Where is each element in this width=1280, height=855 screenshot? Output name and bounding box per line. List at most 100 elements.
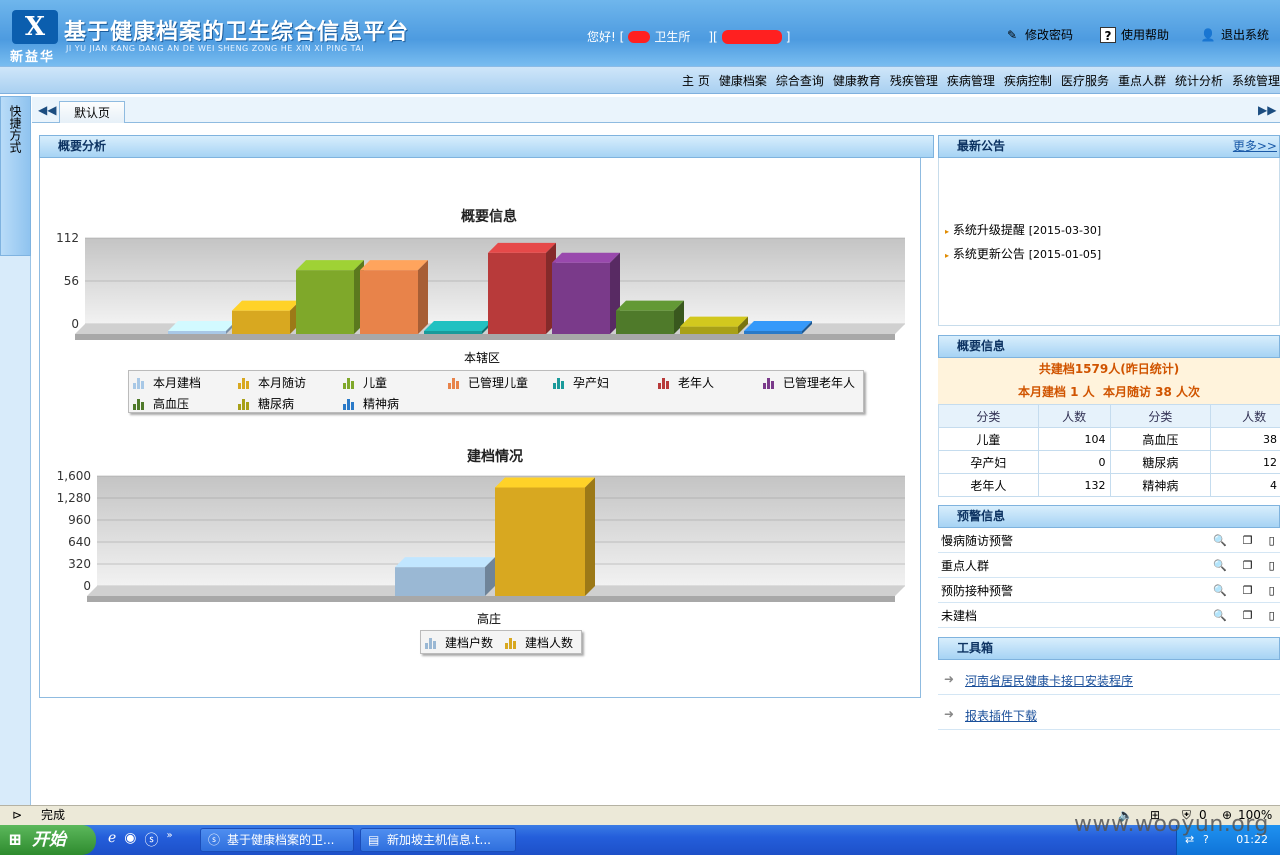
bar-chart-icon xyxy=(238,377,250,389)
announcement-title: 系统更新公告 xyxy=(952,247,1025,261)
alert-label[interactable]: 重点人群 xyxy=(941,557,989,574)
bar xyxy=(424,321,492,334)
legend-label: 本月随访 xyxy=(258,376,307,390)
bar-chart-icon xyxy=(505,637,517,649)
chevron-right-icon[interactable]: » xyxy=(167,830,173,850)
toolbox-item: ➜ 河南省居民健康卡接口安装程序 xyxy=(938,660,1280,695)
nav-item[interactable]: 综合查询 xyxy=(776,72,824,89)
nav-item[interactable]: 系统管理 xyxy=(1232,72,1280,89)
nav-item[interactable]: 重点人群 xyxy=(1118,72,1166,89)
tab-bar xyxy=(32,97,1280,123)
legend-label: 精神病 xyxy=(363,397,400,411)
pencil-icon: ✎ xyxy=(1006,27,1018,42)
nav-item[interactable]: 疾病管理 xyxy=(947,72,995,89)
logout-link[interactable]: 👤 退出系统 xyxy=(1200,26,1270,43)
cell-category: 孕产妇 xyxy=(938,450,1039,474)
logo-icon: X xyxy=(12,10,58,44)
bar xyxy=(744,321,812,334)
nav-item[interactable]: 疾病控制 xyxy=(1004,72,1052,89)
redacted-mark xyxy=(721,29,782,44)
copy-icon[interactable]: ❐ xyxy=(1243,584,1253,597)
tab-scroll-left-icon[interactable]: ◀◀ xyxy=(38,103,56,117)
search-icon[interactable]: 🔍 xyxy=(1213,609,1227,622)
toolbox-link[interactable]: 报表插件下载 xyxy=(965,707,1037,724)
bar-chart-icon xyxy=(425,637,437,649)
nav-item[interactable]: 健康档案 xyxy=(719,72,767,89)
alert-label[interactable]: 预防接种预警 xyxy=(941,582,1013,599)
copy-icon[interactable]: ❐ xyxy=(1243,609,1253,622)
bar-chart-icon xyxy=(343,398,355,410)
nav-item[interactable]: 主 页 xyxy=(682,72,710,89)
y-tick-label: 0 xyxy=(83,579,91,593)
legend-item: 本月随访 xyxy=(238,374,306,391)
search-icon[interactable]: 🔍 xyxy=(1213,584,1227,597)
nav-item[interactable]: 健康教育 xyxy=(833,72,881,89)
legend-item: 精神病 xyxy=(343,395,399,412)
summary-header: 概要信息 xyxy=(938,335,1280,358)
summary-month: 本月建档 1 人 本月随访 38 人次 xyxy=(938,381,1280,404)
change-password-link[interactable]: ✎ 修改密码 xyxy=(1004,26,1073,43)
phone-icon[interactable]: ▯ xyxy=(1269,584,1275,597)
phone-icon[interactable]: ▯ xyxy=(1269,609,1275,622)
cell-category: 老年人 xyxy=(938,473,1039,497)
bar xyxy=(680,316,748,334)
alerts-header: 预警信息 xyxy=(938,505,1280,528)
start-button[interactable]: ⊞ 开始 xyxy=(0,825,96,855)
search-icon[interactable]: 🔍 xyxy=(1213,559,1227,572)
arrow-right-icon: ➜ xyxy=(944,672,955,686)
announcement-item[interactable]: ▸ 系统更新公告 [2015-01-05] xyxy=(945,245,1101,262)
bar xyxy=(552,252,620,334)
help-label: 使用帮助 xyxy=(1121,28,1170,42)
tab-default[interactable]: 默认页 xyxy=(59,101,125,123)
help-link[interactable]: ? 使用帮助 xyxy=(1100,26,1169,43)
help-icon: ? xyxy=(1100,26,1116,43)
phone-icon[interactable]: ▯ xyxy=(1269,534,1275,547)
alert-label[interactable]: 慢病随访预警 xyxy=(941,532,1013,549)
toolbox-link[interactable]: 河南省居民健康卡接口安装程序 xyxy=(965,672,1133,689)
page-icon: ⊳ xyxy=(12,808,23,822)
chart2-plot: 1,600 1,280 960 640 320 0 xyxy=(57,469,905,602)
summary-total: 共建档1579人(昨日统计) xyxy=(938,358,1280,381)
app-icon[interactable]: ◉ xyxy=(124,830,136,850)
more-link[interactable]: 更多>> xyxy=(1233,136,1277,157)
user-icon: 👤 xyxy=(1200,27,1216,42)
document-icon: ▤ xyxy=(368,833,380,847)
copy-icon[interactable]: ❐ xyxy=(1243,559,1253,572)
browser-icon[interactable]: ⓢ xyxy=(145,830,159,850)
table-row: 老年人 132 精神病 4 xyxy=(938,473,1280,497)
toolbox-item: ➜ 报表插件下载 xyxy=(938,695,1280,730)
nav-item[interactable]: 残疾管理 xyxy=(890,72,938,89)
y-tick-label: 0 xyxy=(71,317,79,331)
summary-table: 分类 人数 分类 人数 儿童 104 高血压 38 孕产妇 0 糖尿病 12 老… xyxy=(938,404,1280,497)
announcement-title: 系统升级提醒 xyxy=(952,223,1025,237)
bar xyxy=(232,300,300,334)
alerts-heading: 预警信息 xyxy=(957,509,1006,523)
ie-icon[interactable]: ℯ xyxy=(108,830,116,850)
taskbar-window[interactable]: ▤ 新加坡主机信息.t... xyxy=(360,828,516,852)
change-password-label: 修改密码 xyxy=(1025,28,1074,42)
redacted-mark xyxy=(628,30,651,43)
chart2-xlabel: 高庄 xyxy=(477,612,502,626)
shortcut-toggle[interactable]: 快捷方式 xyxy=(0,96,31,256)
chart2-title: 建档情况 xyxy=(467,449,523,465)
alert-label[interactable]: 未建档 xyxy=(941,607,977,624)
search-icon[interactable]: 🔍 xyxy=(1213,534,1227,547)
alerts-list: 慢病随访预警 🔍 ❐ ▯ 重点人群 🔍 ❐ ▯ 预防接种预警 🔍 ❐ ▯ 未建档 🔍 ❐ ▯ xyxy=(938,528,1280,628)
cell-count: 0 xyxy=(1037,450,1111,474)
announcement-date: [2015-03-30] xyxy=(1028,224,1102,237)
announcements-body: ▸ 系统升级提醒 [2015-03-30] ▸ 系统更新公告 [2015-01-… xyxy=(938,158,1280,326)
phone-icon[interactable]: ▯ xyxy=(1269,559,1275,572)
y-tick-label: 640 xyxy=(68,535,91,549)
bar xyxy=(395,557,495,596)
taskbar-window[interactable]: ⓢ 基于健康档案的卫... xyxy=(200,828,354,852)
nav-item[interactable]: 医疗服务 xyxy=(1061,72,1109,89)
announcement-date: [2015-01-05] xyxy=(1028,248,1102,261)
nav-item[interactable]: 统计分析 xyxy=(1175,72,1223,89)
copy-icon[interactable]: ❐ xyxy=(1243,534,1253,547)
legend-label: 已管理老年人 xyxy=(783,376,856,390)
tab-scroll-right-icon[interactable]: ▶▶ xyxy=(1258,103,1276,117)
bullet-icon: ▸ xyxy=(945,251,950,260)
taskbar-window-label: 基于健康档案的卫... xyxy=(227,833,335,847)
announcement-item[interactable]: ▸ 系统升级提醒 [2015-03-30] xyxy=(945,221,1101,238)
legend-item: 糖尿病 xyxy=(238,395,294,412)
